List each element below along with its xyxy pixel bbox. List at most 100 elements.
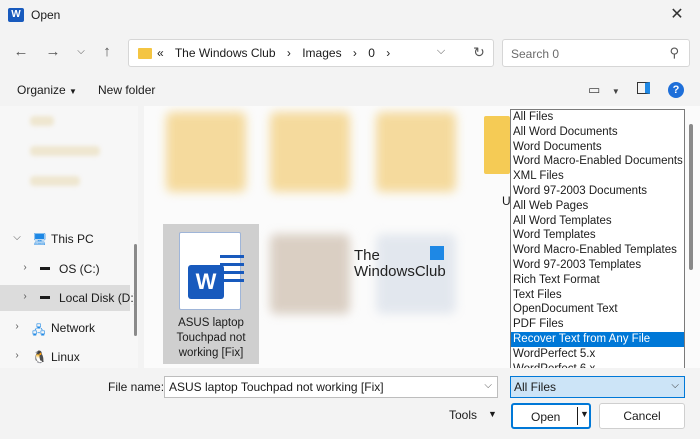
- back-button[interactable]: ←: [10, 42, 32, 62]
- file-type-option-highlighted[interactable]: Recover Text from Any File: [511, 331, 684, 347]
- navigation-bar: ← → ⌵ ↑ « The Windows Club › Images › 0 …: [0, 30, 700, 74]
- dialog-footer: File name: ASUS laptop Touchpad not work…: [0, 368, 700, 439]
- pc-icon: 🖥: [32, 232, 48, 246]
- preview-pane-button[interactable]: [637, 82, 650, 97]
- refresh-button[interactable]: ↻: [469, 44, 489, 61]
- search-placeholder: Search 0: [511, 47, 560, 61]
- penguin-icon: 🐧: [32, 350, 47, 364]
- caret-down-icon[interactable]: ▼: [580, 409, 589, 419]
- word-document-icon: W: [179, 232, 244, 310]
- document-thumbnail[interactable]: [484, 116, 510, 174]
- file-type-option[interactable]: Word Macro-Enabled Templates: [511, 243, 684, 258]
- window-title: Open: [31, 8, 61, 22]
- blurred-item: [30, 146, 100, 156]
- preview-pane-icon: [637, 82, 650, 94]
- file-type-option[interactable]: PDF Files: [511, 317, 684, 332]
- view-options-button[interactable]: ▭ ▼: [588, 82, 620, 98]
- file-type-select[interactable]: All Files ⌵: [510, 376, 685, 398]
- file-name-label: ASUS laptop Touchpad not working [Fix]: [176, 317, 246, 359]
- chevron-down-icon[interactable]: ⌵: [11, 232, 23, 243]
- breadcrumb-0[interactable]: 0: [368, 46, 375, 60]
- file-type-option[interactable]: OpenDocument Text: [511, 302, 684, 317]
- file-type-option[interactable]: Word Macro-Enabled Documents: [511, 154, 684, 169]
- forward-button[interactable]: →: [42, 42, 64, 62]
- word-app-icon: W: [8, 8, 24, 22]
- breadcrumb-overflow[interactable]: «: [157, 46, 164, 60]
- file-type-option[interactable]: XML Files: [511, 169, 684, 184]
- sidebar-item-this-pc[interactable]: ⌵ 🖥 This PC: [0, 226, 130, 252]
- blurred-folder-thumbnail: [270, 112, 350, 192]
- chevron-right-icon[interactable]: ›: [19, 262, 31, 273]
- file-type-option[interactable]: All Word Documents: [511, 125, 684, 140]
- watermark-line-2: WindowsClub: [354, 263, 446, 280]
- chevron-down-icon: ⌵: [671, 380, 679, 391]
- close-button[interactable]: ✕: [654, 0, 700, 30]
- sidebar-item-label: Network: [51, 321, 96, 335]
- breadcrumb-images[interactable]: Images: [302, 46, 341, 60]
- blurred-item: [30, 116, 54, 126]
- help-button[interactable]: ?: [668, 82, 684, 98]
- search-input[interactable]: Search 0 ⚲: [502, 39, 690, 67]
- chevron-right-icon[interactable]: ›: [11, 321, 23, 332]
- folder-icon: [138, 48, 152, 59]
- breadcrumb-the-windows-club[interactable]: The Windows Club: [175, 46, 276, 60]
- blurred-folder-thumbnail: [376, 112, 456, 192]
- caret-down-icon[interactable]: ▼: [488, 409, 497, 419]
- sidebar-item-label: This PC: [51, 232, 94, 246]
- file-type-option[interactable]: All Web Pages: [511, 199, 684, 214]
- file-type-option[interactable]: All Files: [511, 110, 684, 125]
- chevron-down-icon: ⌵: [77, 46, 85, 57]
- file-type-option[interactable]: WordPerfect 5.x: [511, 347, 684, 362]
- help-icon: ?: [672, 84, 680, 96]
- close-icon: ✕: [670, 6, 684, 23]
- file-name-field[interactable]: ASUS laptop Touchpad not working [Fix] ⌵: [164, 376, 498, 398]
- file-type-option[interactable]: Rich Text Format: [511, 273, 684, 288]
- up-button[interactable]: ↑: [96, 42, 118, 62]
- address-bar[interactable]: « The Windows Club › Images › 0 › ⌵ ↻: [128, 39, 494, 67]
- organize-button[interactable]: Organize ▼: [17, 83, 77, 97]
- organize-label: Organize: [17, 83, 66, 97]
- chevron-right-icon: ›: [286, 46, 291, 60]
- chevron-down-icon[interactable]: ⌵: [484, 380, 492, 391]
- file-name-value: ASUS laptop Touchpad not working [Fix]: [169, 380, 384, 394]
- file-type-option[interactable]: Word Templates: [511, 228, 684, 243]
- arrow-left-icon: ←: [13, 43, 29, 60]
- file-type-option[interactable]: Word Documents: [511, 140, 684, 155]
- word-logo-icon: W: [188, 265, 224, 299]
- content-scrollbar[interactable]: [689, 124, 693, 270]
- open-button[interactable]: Open ▼: [511, 403, 591, 429]
- open-label: Open: [531, 410, 561, 424]
- chevron-right-icon[interactable]: ›: [19, 291, 31, 302]
- chevron-right-icon: ›: [352, 46, 357, 60]
- navigation-pane: ⌵ 🖥 This PC › ▬ OS (C:) › ▬ Local Disk (…: [0, 106, 138, 368]
- arrow-up-icon: ↑: [103, 43, 111, 60]
- file-type-selected-value: All Files: [514, 380, 557, 394]
- recent-locations-button[interactable]: ⌵: [70, 42, 92, 62]
- file-item-selected[interactable]: W ASUS laptop Touchpad not working [Fix]: [163, 224, 259, 364]
- caret-down-icon: ▼: [69, 87, 77, 96]
- split-divider: [577, 407, 578, 425]
- network-icon: 🖧: [32, 323, 46, 337]
- windows-logo-icon: [430, 246, 444, 260]
- chevron-right-icon[interactable]: ›: [11, 350, 23, 361]
- file-type-option[interactable]: All Word Templates: [511, 214, 684, 229]
- sidebar-item-os-c[interactable]: › ▬ OS (C:): [0, 256, 130, 282]
- chevron-right-icon[interactable]: ›: [386, 46, 390, 60]
- tools-button[interactable]: Tools: [449, 408, 477, 422]
- sidebar-item-local-disk-d[interactable]: › ▬ Local Disk (D:): [0, 285, 138, 311]
- file-type-option[interactable]: Word 97-2003 Templates: [511, 258, 684, 273]
- sidebar-item-label: OS (C:): [59, 262, 100, 276]
- blurred-image-thumbnail: [270, 234, 350, 314]
- sidebar-item-network[interactable]: › 🖧 Network: [0, 315, 130, 341]
- view-icon: ▭: [588, 82, 601, 97]
- title-bar: W Open ✕: [0, 0, 700, 30]
- cancel-button[interactable]: Cancel: [599, 403, 685, 429]
- navigation-scrollbar[interactable]: [134, 244, 137, 336]
- address-history-button[interactable]: ⌵: [431, 45, 451, 58]
- file-type-option[interactable]: Text Files: [511, 288, 684, 303]
- search-icon: ⚲: [669, 45, 679, 60]
- drive-icon: ▬: [40, 262, 50, 273]
- sidebar-item-linux[interactable]: › 🐧 Linux: [0, 344, 130, 368]
- file-type-option[interactable]: Word 97-2003 Documents: [511, 184, 684, 199]
- new-folder-button[interactable]: New folder: [98, 83, 155, 97]
